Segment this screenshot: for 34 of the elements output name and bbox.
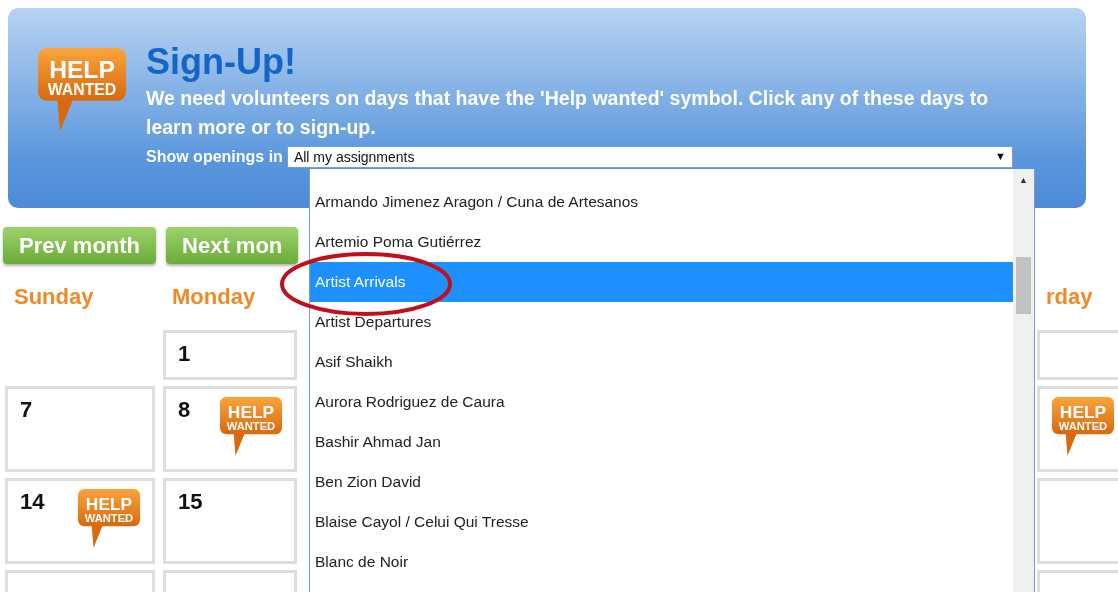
speech-bubble-icon bbox=[220, 397, 282, 456]
wanted-text: WANTED bbox=[46, 82, 118, 99]
wanted-text: WANTED bbox=[225, 421, 277, 433]
calendar-day[interactable]: 14 HELP WANTED bbox=[5, 478, 155, 564]
help-text: HELP bbox=[226, 403, 276, 422]
filter-label: Show openings in bbox=[146, 147, 283, 166]
day-number: 7 bbox=[20, 397, 33, 424]
calendar-day[interactable]: 7 bbox=[5, 386, 155, 472]
wanted-text: WANTED bbox=[83, 513, 135, 525]
day-number: 15 bbox=[178, 489, 203, 516]
page-title: Sign-Up! bbox=[146, 42, 297, 82]
assignment-select[interactable]: All my assignments ▼ bbox=[286, 145, 1013, 168]
day-number: 8 bbox=[178, 397, 191, 424]
help-text: HELP bbox=[48, 57, 116, 83]
day-number: 1 bbox=[178, 341, 191, 368]
wanted-text: WANTED bbox=[1057, 421, 1109, 433]
scroll-up-icon[interactable]: ▲ bbox=[1013, 169, 1034, 185]
dropdown-arrow-icon: ▼ bbox=[995, 151, 1006, 163]
calendar-day[interactable]: 8 HELP WANTED bbox=[163, 386, 297, 472]
description-text: We need volunteers on days that have the 'Help wanted' symbol. Click any of these days to learn more or to sign-up. bbox=[146, 85, 990, 140]
weekday-header: rday bbox=[1045, 284, 1094, 311]
speech-bubble-icon bbox=[38, 48, 126, 132]
scroll-thumb[interactable] bbox=[1016, 257, 1031, 314]
help-text: HELP bbox=[1058, 403, 1108, 422]
weekday-header: Sunday bbox=[13, 284, 95, 311]
speech-bubble-icon bbox=[78, 489, 140, 548]
calendar-day[interactable] bbox=[1037, 330, 1118, 380]
calendar-day[interactable]: 15 bbox=[163, 478, 297, 564]
calendar-day[interactable]: 1 bbox=[163, 330, 297, 380]
weekday-header: Monday bbox=[171, 284, 257, 311]
scrollbar[interactable]: ▲ bbox=[1013, 169, 1034, 592]
day-number: 14 bbox=[20, 489, 45, 516]
help-text: HELP bbox=[84, 495, 134, 514]
speech-bubble-icon bbox=[1052, 397, 1114, 456]
